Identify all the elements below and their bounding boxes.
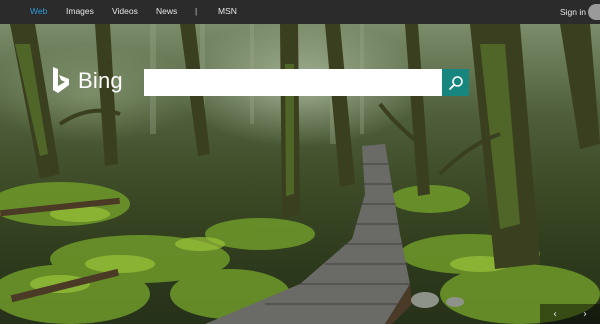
nav-separator: |: [195, 6, 198, 16]
avatar[interactable]: [588, 4, 600, 20]
top-nav-bar: Web Images Videos News | MSN Sign in: [0, 0, 600, 24]
logo-text: Bing: [78, 68, 123, 93]
next-image-button[interactable]: ›: [570, 304, 600, 324]
search-button[interactable]: [442, 69, 469, 96]
nav-images[interactable]: Images: [66, 6, 94, 16]
search-icon: [448, 75, 463, 90]
nav-web[interactable]: Web: [30, 6, 47, 16]
bing-logo[interactable]: Bing: [50, 66, 123, 96]
sign-in-link[interactable]: Sign in: [560, 7, 586, 17]
image-carousel-controls: ‹ ›: [540, 304, 600, 324]
nav-news[interactable]: News: [156, 6, 177, 16]
bing-logo-icon: [53, 67, 69, 93]
nav-msn[interactable]: MSN: [218, 6, 237, 16]
nav-videos[interactable]: Videos: [112, 6, 138, 16]
previous-image-button[interactable]: ‹: [540, 304, 570, 324]
search-input[interactable]: [144, 69, 442, 96]
